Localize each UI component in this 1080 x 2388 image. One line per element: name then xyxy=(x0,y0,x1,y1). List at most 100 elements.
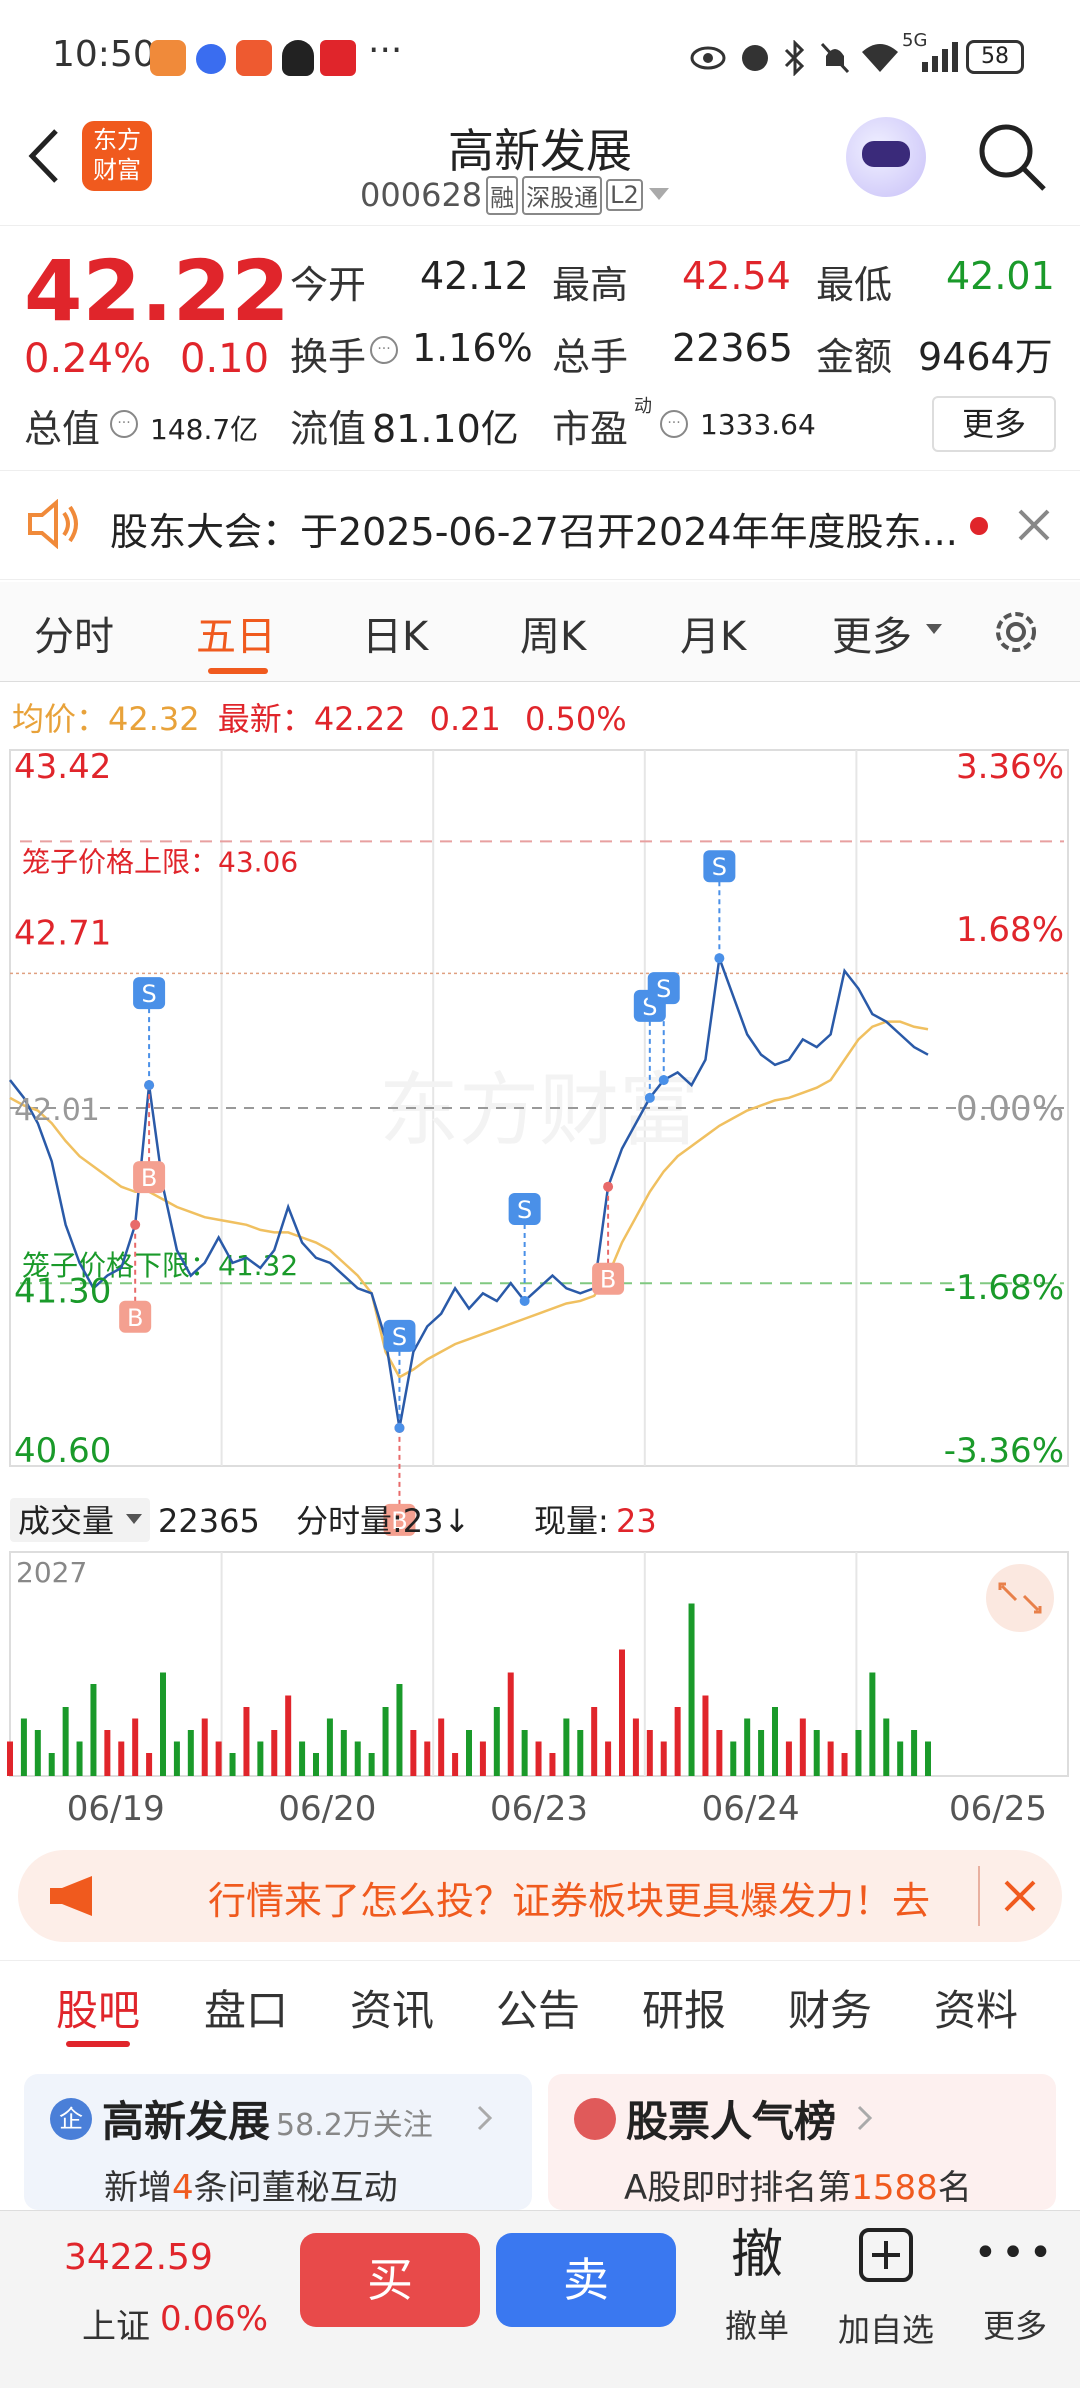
volume-bar xyxy=(326,1718,333,1776)
volume-bar xyxy=(507,1672,514,1776)
cancel-icon: 撤 xyxy=(730,2225,783,2285)
volume-label: 成交量 xyxy=(18,1502,114,1540)
y-axis-label: 41.30 xyxy=(14,1271,111,1311)
tab-monthly-k[interactable]: 月K xyxy=(680,604,746,662)
search-icon[interactable] xyxy=(974,119,1050,195)
volume-max-label: 2027 xyxy=(16,1556,87,1589)
tab-orderbook[interactable]: 盘口 xyxy=(204,1977,288,2038)
y-axis-percent-label: -3.36% xyxy=(944,1431,1064,1471)
volume-bar xyxy=(243,1707,250,1776)
more-button[interactable]: ••• 更多 xyxy=(960,2223,1070,2373)
signal-label: S xyxy=(656,975,671,1003)
close-icon[interactable] xyxy=(1002,1878,1038,1914)
index-value: 3422.59 xyxy=(64,2237,213,2278)
expand-button-bg xyxy=(986,1564,1054,1632)
tab-research[interactable]: 研报 xyxy=(642,1977,726,2038)
high-value: 42.54 xyxy=(682,254,791,298)
notice-bar[interactable]: 股东大会：于2025-06-27召开2024年年度股东... xyxy=(0,470,1080,580)
signal-label: S xyxy=(517,1196,532,1224)
popularity-card[interactable]: 股票人气榜 A股即时排名第1588名 xyxy=(548,2074,1056,2210)
stock-code-row[interactable]: 000628 融 深股通 L2 xyxy=(360,173,671,217)
cancel-order-button[interactable]: 撤 撤单 xyxy=(702,2223,812,2373)
forum-card-followers: 58.2万关注 xyxy=(276,2108,433,2143)
avg-value: 42.32 xyxy=(108,700,200,738)
section-tabs: 股吧 盘口 资讯 公告 研报 财务 资料 xyxy=(0,1960,1080,2050)
low-value: 42.01 xyxy=(946,254,1055,298)
bottom-bar: 3422.59 上证 0.06% 买 卖 撤 撤单 加自选 ••• 更多 xyxy=(0,2210,1080,2388)
tab-more[interactable]: 更多 xyxy=(832,604,912,662)
volume-value: 22365 xyxy=(672,326,793,370)
chevron-right-icon xyxy=(857,2105,873,2131)
tab-intraday[interactable]: 分时 xyxy=(34,604,114,662)
y-axis-label: 40.60 xyxy=(14,1431,111,1471)
tab-five-day[interactable]: 五日 xyxy=(196,604,276,662)
volume-bar xyxy=(438,1718,445,1776)
pe-label: 市盈 xyxy=(552,407,629,451)
info-icon[interactable]: ··· xyxy=(370,336,398,364)
chevron-down-icon xyxy=(648,188,669,200)
volume-bar xyxy=(730,1741,737,1776)
add-watchlist-button[interactable]: 加自选 xyxy=(826,2223,946,2373)
eye-icon xyxy=(690,46,726,70)
volume-bar xyxy=(772,1707,778,1776)
app-notification-icon xyxy=(196,44,226,74)
index-percent: 0.06% xyxy=(160,2299,269,2339)
megaphone-icon xyxy=(50,1876,92,1916)
volume-bar xyxy=(619,1649,625,1776)
cage-upper-label: 笼子价格上限：43.06 xyxy=(22,845,298,878)
popularity-card-line: A股即时排名第1588名 xyxy=(624,2168,972,2208)
tab-news[interactable]: 资讯 xyxy=(350,1977,434,2038)
pe-value: 1333.64 xyxy=(700,408,816,441)
gear-icon[interactable] xyxy=(988,604,1044,660)
robot-assistant-icon[interactable] xyxy=(846,117,926,197)
volume-bar xyxy=(605,1741,612,1776)
signal-label: S xyxy=(392,1323,407,1351)
buy-button[interactable]: 买 xyxy=(300,2233,480,2327)
volume-bar xyxy=(410,1730,417,1776)
high-label: 最高 xyxy=(552,263,629,307)
promo-banner[interactable]: 行情来了怎么投？证券板块更具爆发力！去 xyxy=(18,1850,1062,1942)
price-chart[interactable]: 东方财富笼子价格上限：43.06笼子价格下限：41.32BBSBSSBSSS43… xyxy=(0,744,1080,1852)
volume-bar xyxy=(132,1718,139,1776)
volume-bar xyxy=(493,1707,500,1776)
signal-dot xyxy=(519,1295,530,1306)
volume-bar xyxy=(702,1695,709,1776)
info-cards: 企 高新发展 58.2万关注 新增4条问董秘互动 股票人气榜 A股即时排名第15… xyxy=(0,2060,1080,2210)
status-time: 10:50 xyxy=(52,34,156,75)
volume-bar xyxy=(340,1730,347,1776)
volume-bar xyxy=(396,1684,403,1776)
more-notifications: ··· xyxy=(368,30,403,71)
tab-financials[interactable]: 财务 xyxy=(788,1977,872,2038)
volume-bar xyxy=(883,1718,890,1776)
volume-bar xyxy=(271,1730,278,1776)
more-quote-button[interactable]: 更多 xyxy=(932,396,1056,452)
tab-forum[interactable]: 股吧 xyxy=(56,1977,140,2038)
status-bar: 10:50 ··· 5G 58 xyxy=(0,0,1080,115)
x-axis-label: 06/19 xyxy=(67,1789,165,1829)
y-axis-label: 43.42 xyxy=(14,747,111,787)
sell-button[interactable]: 卖 xyxy=(496,2233,676,2327)
close-icon[interactable] xyxy=(1016,507,1052,543)
tab-announcements[interactable]: 公告 xyxy=(496,1977,580,2038)
info-icon[interactable]: ··· xyxy=(660,410,688,438)
last-label: 最新： xyxy=(217,700,314,738)
tab-weekly-k[interactable]: 周K xyxy=(520,604,586,662)
volume-bar xyxy=(577,1730,584,1776)
level2-tag: L2 xyxy=(606,179,643,211)
watermark: 东方财富 xyxy=(379,1064,699,1157)
volume-bar xyxy=(869,1672,876,1776)
legend-percent: 0.50% xyxy=(525,700,627,738)
last-value: 42.22 xyxy=(313,700,406,738)
tab-profile[interactable]: 资料 xyxy=(934,1977,1018,2038)
forum-card[interactable]: 企 高新发展 58.2万关注 新增4条问董秘互动 xyxy=(24,2074,532,2210)
mktcap-value: 148.7亿 xyxy=(150,413,259,446)
info-icon[interactable]: ··· xyxy=(110,410,138,438)
open-label: 今开 xyxy=(290,263,367,307)
volume-bar xyxy=(201,1718,208,1776)
forum-card-title: 高新发展 xyxy=(102,2097,271,2146)
amount-label: 金额 xyxy=(816,335,893,379)
volume-bar xyxy=(76,1741,83,1776)
volume-bar xyxy=(187,1730,194,1776)
volume-bar xyxy=(299,1741,306,1776)
tab-daily-k[interactable]: 日K xyxy=(362,604,428,662)
